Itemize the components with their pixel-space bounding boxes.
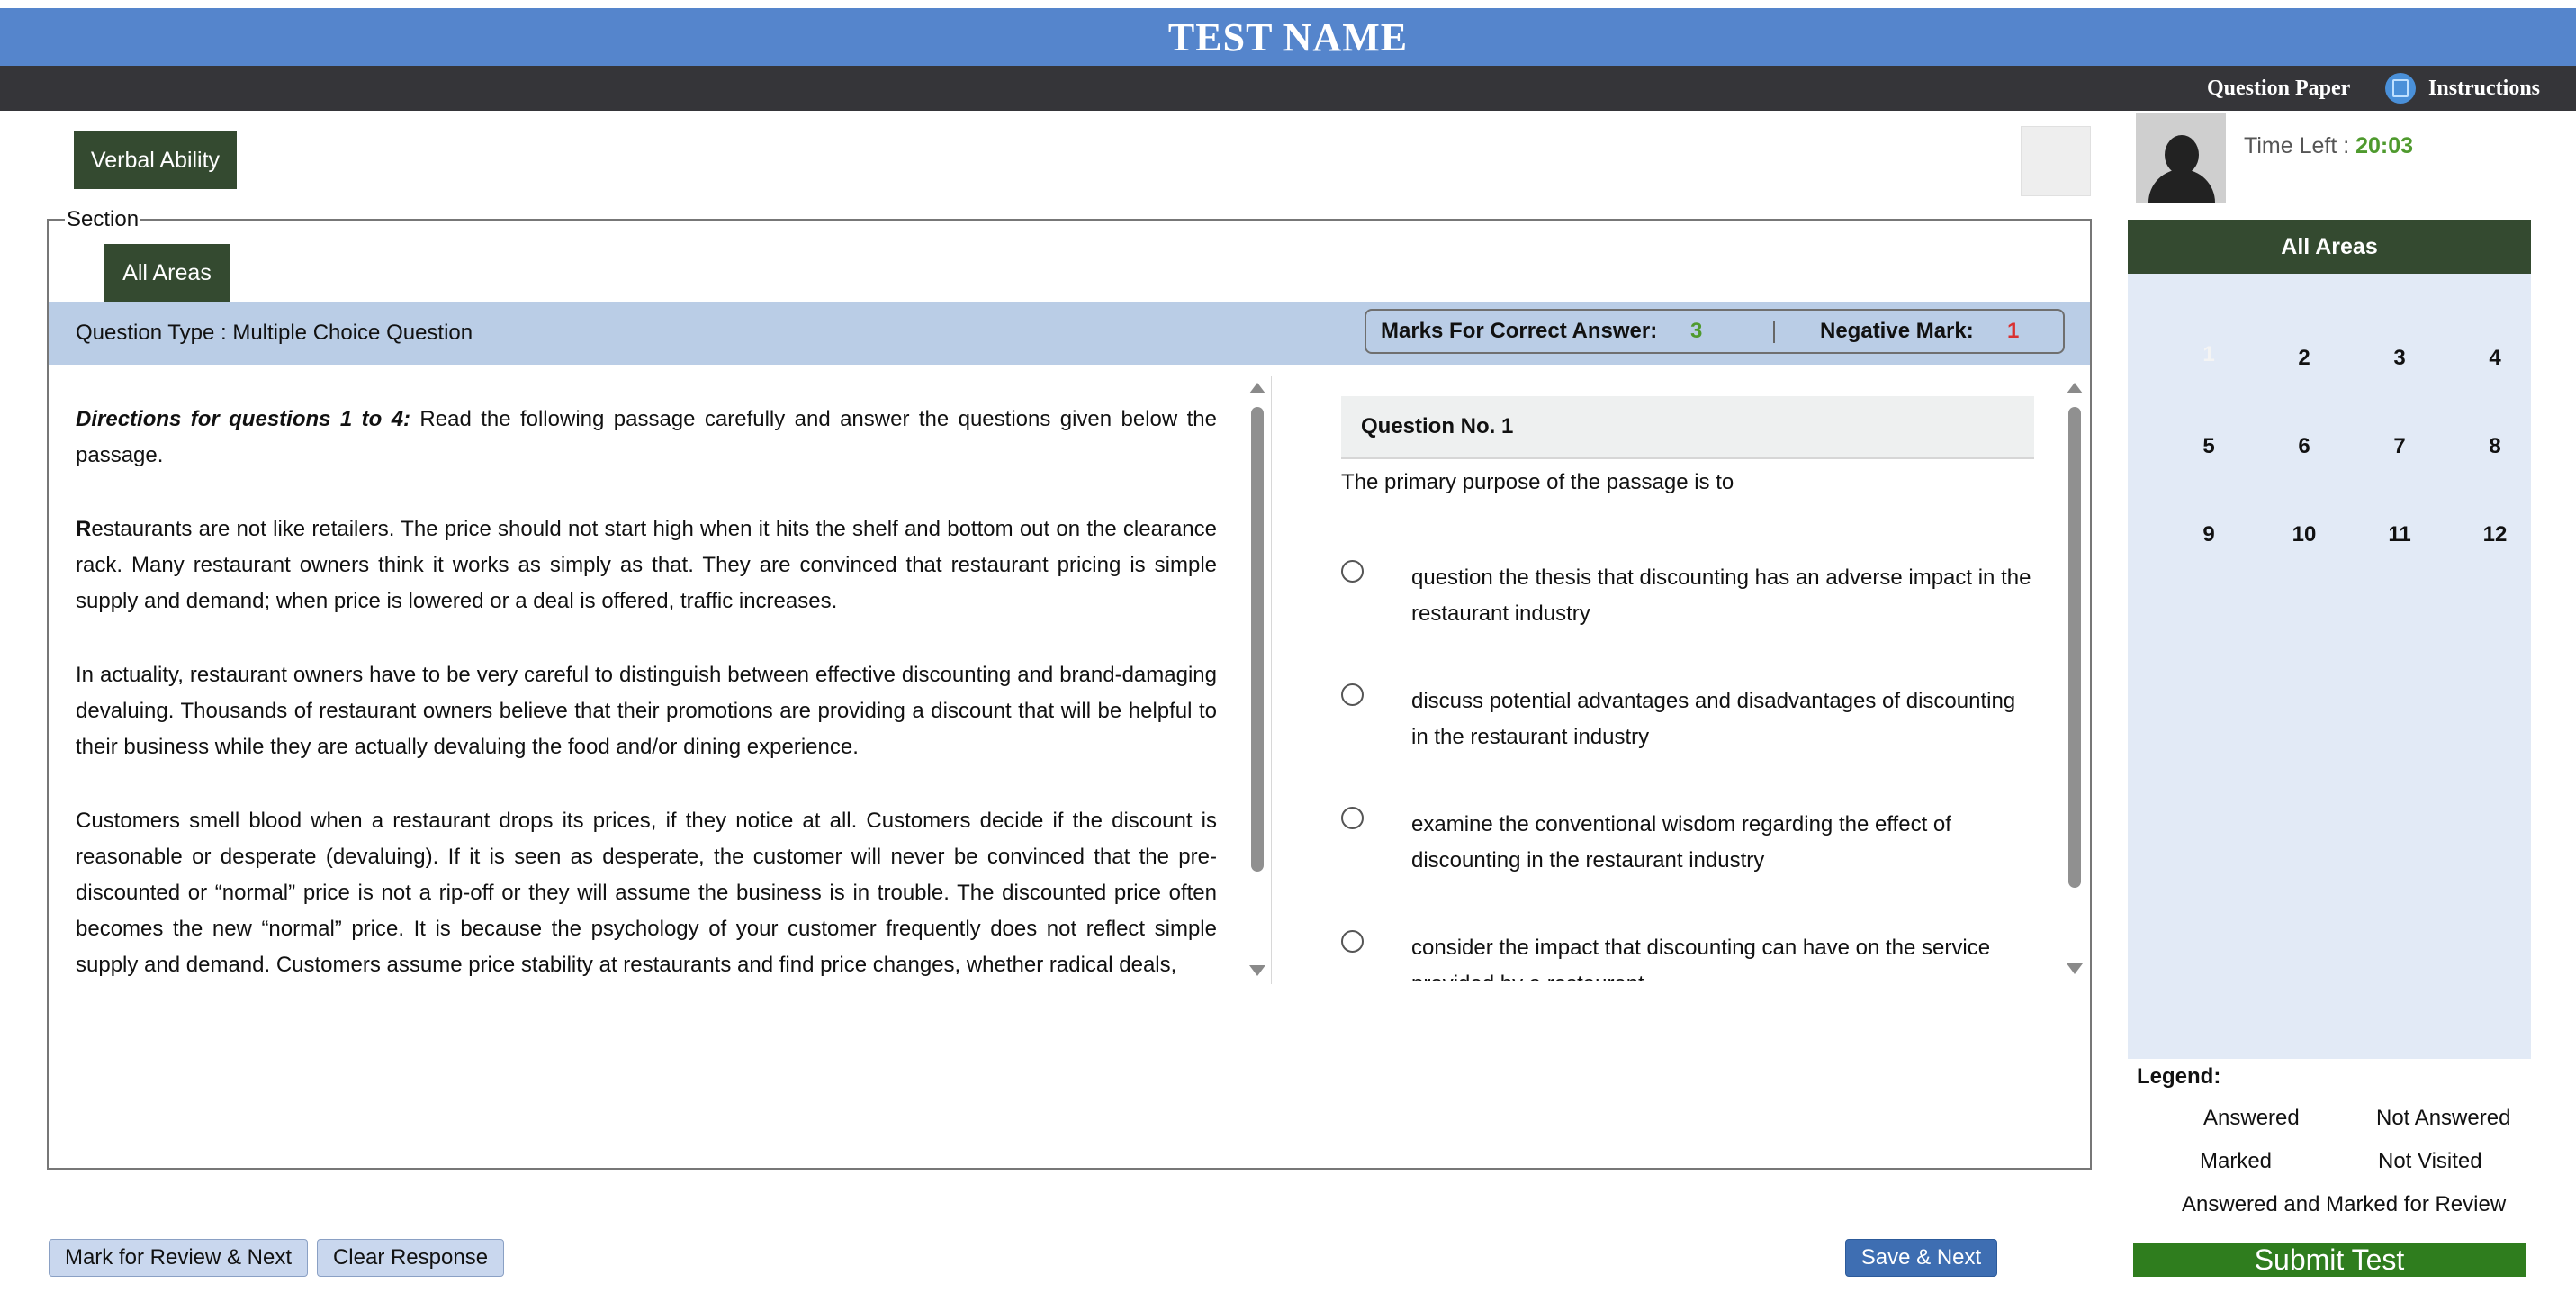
- instructions-icon[interactable]: [2385, 73, 2416, 104]
- option-4-text[interactable]: consider the impact that discounting can…: [1411, 930, 2032, 981]
- option-3-radio[interactable]: [1341, 807, 1364, 829]
- palette-question-7[interactable]: 7: [2373, 429, 2427, 465]
- legend-not-visited: Not Visited: [2378, 1149, 2482, 1173]
- question-scroll-up-icon[interactable]: [2067, 383, 2083, 393]
- passage-paragraph-1: Restaurants are not like retailers. The …: [76, 511, 1217, 619]
- question-text: The primary purpose of the passage is to: [1341, 470, 1734, 494]
- passage-scrollbar-thumb[interactable]: [1251, 407, 1264, 872]
- legend-marked: Marked: [2200, 1149, 2273, 1173]
- directions-lead: Directions for questions 1 to 4:: [76, 407, 411, 431]
- directions: Directions for questions 1 to 4: Read th…: [76, 402, 1217, 474]
- time-left-label: Time Left :: [2244, 133, 2350, 158]
- question-scroll-down-icon[interactable]: [2067, 963, 2083, 974]
- marks-info: Marks For Correct Answer: 3 Negative Mar…: [1365, 309, 2065, 354]
- palette-question-9[interactable]: 9: [2182, 517, 2236, 553]
- marks-divider: [1773, 321, 1775, 343]
- marks-correct-value: 3: [1690, 319, 1703, 343]
- passage-scroll-up-icon[interactable]: [1249, 383, 1265, 393]
- negative-mark-value: 1: [2007, 319, 2020, 343]
- palette-header: All Areas: [2128, 220, 2531, 274]
- question-number: Question No. 1: [1341, 396, 2034, 459]
- time-left: Time Left : 20:03: [2244, 133, 2413, 159]
- negative-mark-label: Negative Mark:: [1820, 319, 1974, 343]
- clear-response-button[interactable]: Clear Response: [317, 1239, 504, 1277]
- legend-title: Legend:: [2137, 1064, 2221, 1089]
- avatar-body-shape: [2148, 169, 2215, 203]
- area-tab-all-areas[interactable]: All Areas: [104, 244, 230, 302]
- passage-paragraph-1-text: estaurants are not like retailers. The p…: [76, 517, 1217, 613]
- save-and-next-button[interactable]: Save & Next: [1845, 1239, 1997, 1277]
- section-legend: Section: [65, 207, 141, 232]
- candidate-avatar: [2136, 113, 2226, 203]
- palette-question-4[interactable]: 4: [2468, 340, 2522, 376]
- time-left-value: 20:03: [2355, 133, 2414, 158]
- option-1-text[interactable]: question the thesis that discounting has…: [1411, 560, 2032, 632]
- palette-question-3[interactable]: 3: [2373, 340, 2427, 376]
- passage-panel: Directions for questions 1 to 4: Read th…: [76, 402, 1217, 980]
- palette-question-5[interactable]: 5: [2182, 429, 2236, 465]
- marks-correct-label: Marks For Correct Answer:: [1381, 319, 1658, 343]
- question-paper-link[interactable]: Question Paper: [2207, 66, 2350, 111]
- options-list: question the thesis that discounting has…: [1323, 540, 2052, 981]
- calculator-placeholder: [2021, 126, 2091, 196]
- option-2-text[interactable]: discuss potential advantages and disadva…: [1411, 683, 2032, 755]
- legend-not-answered: Not Answered: [2376, 1106, 2511, 1130]
- passage-scroll-down-icon[interactable]: [1249, 965, 1265, 976]
- test-title: TEST NAME: [0, 8, 2576, 66]
- question-type: Question Type : Multiple Choice Question: [76, 321, 473, 345]
- mark-for-review-button[interactable]: Mark for Review & Next: [49, 1239, 308, 1277]
- drop-cap: R: [76, 517, 92, 541]
- palette-question-1[interactable]: 1: [2182, 337, 2236, 373]
- option-3-text[interactable]: examine the conventional wisdom regardin…: [1411, 807, 2032, 879]
- palette-question-8[interactable]: 8: [2468, 429, 2522, 465]
- section-tab-verbal-ability[interactable]: Verbal Ability: [74, 131, 237, 189]
- passage-paragraph-3: Customers smell blood when a restaurant …: [76, 809, 1217, 977]
- question-palette: 1 2 3 4 5 6 7 8 9 10 11 12: [2128, 274, 2531, 1059]
- palette-question-11[interactable]: 11: [2373, 517, 2427, 553]
- palette-question-10[interactable]: 10: [2277, 517, 2331, 553]
- palette-question-6[interactable]: 6: [2277, 429, 2331, 465]
- option-1-radio[interactable]: [1341, 560, 1364, 583]
- panel-divider: [1271, 376, 1272, 984]
- question-type-bar: Question Type : Multiple Choice Question…: [49, 302, 2090, 365]
- legend-answered: Answered: [2203, 1106, 2300, 1130]
- palette-question-12[interactable]: 12: [2468, 517, 2522, 553]
- instructions-link[interactable]: Instructions: [2428, 66, 2540, 111]
- option-2-radio[interactable]: [1341, 683, 1364, 706]
- submit-test-button[interactable]: Submit Test: [2133, 1243, 2526, 1277]
- top-nav: Question Paper Instructions: [0, 66, 2576, 111]
- question-scrollbar-thumb[interactable]: [2068, 407, 2081, 888]
- legend-answered-marked: Answered and Marked for Review: [2182, 1192, 2507, 1216]
- option-4-radio[interactable]: [1341, 930, 1364, 953]
- passage-paragraph-2: In actuality, restaurant owners have to …: [76, 663, 1217, 759]
- palette-question-2[interactable]: 2: [2277, 340, 2331, 376]
